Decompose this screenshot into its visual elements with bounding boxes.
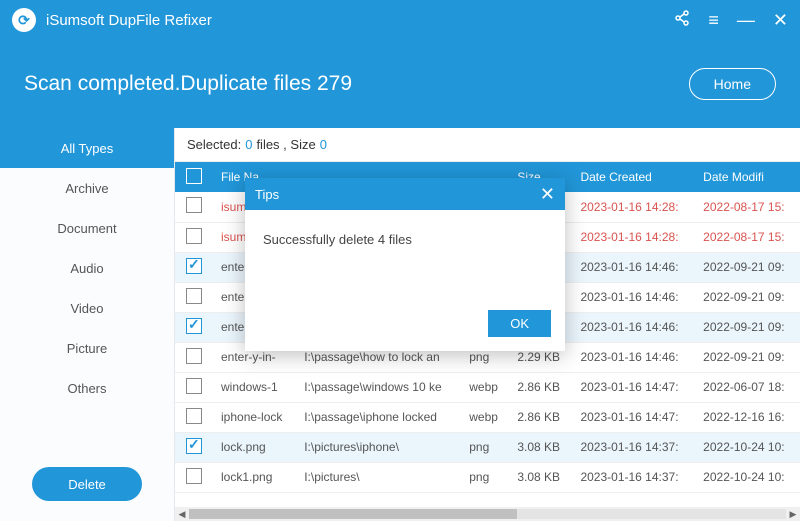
- cell: windows-1: [213, 372, 296, 402]
- row-checkbox[interactable]: [186, 318, 202, 334]
- row-checkbox[interactable]: [186, 348, 202, 364]
- files-label: files ,: [256, 137, 286, 152]
- sidebar-tab-video[interactable]: Video: [0, 288, 174, 328]
- row-checkbox[interactable]: [186, 228, 202, 244]
- table-row[interactable]: windows-1I:\passage\windows 10 kewebp2.8…: [175, 372, 800, 402]
- share-icon[interactable]: [674, 10, 690, 31]
- cell: 2023-01-16 14:46:: [572, 282, 695, 312]
- cell: 2023-01-16 14:37:: [572, 462, 695, 492]
- column-header[interactable]: Date Modifi: [695, 162, 800, 192]
- table-row[interactable]: lock1.pngI:\pictures\png3.08 KB2023-01-1…: [175, 462, 800, 492]
- selection-summary: Selected: 0 files , Size 0: [175, 128, 800, 162]
- row-checkbox[interactable]: [186, 197, 202, 213]
- tips-dialog: Tips ✕ Successfully delete 4 files OK: [245, 178, 565, 351]
- row-checkbox[interactable]: [186, 438, 202, 454]
- cell: 2023-01-16 14:46:: [572, 312, 695, 342]
- home-button[interactable]: Home: [689, 68, 776, 100]
- cell: I:\passage\iphone locked: [296, 402, 461, 432]
- dialog-ok-button[interactable]: OK: [488, 310, 551, 337]
- cell: 3.08 KB: [509, 432, 572, 462]
- cell: 2023-01-16 14:46:: [572, 342, 695, 372]
- minimize-icon[interactable]: —: [737, 10, 755, 31]
- sidebar-tab-archive[interactable]: Archive: [0, 168, 174, 208]
- scroll-track[interactable]: [189, 509, 786, 519]
- cell: webp: [461, 402, 509, 432]
- sidebar: All TypesArchiveDocumentAudioVideoPictur…: [0, 128, 175, 521]
- cell: 2022-09-21 09:: [695, 252, 800, 282]
- column-header[interactable]: [175, 162, 213, 192]
- scroll-thumb[interactable]: [189, 509, 517, 519]
- titlebar: ⟳ iSumsoft DupFile Refixer ≡ — ✕: [0, 0, 800, 40]
- cell: 2023-01-16 14:46:: [572, 252, 695, 282]
- dialog-message: Successfully delete 4 files: [245, 210, 565, 310]
- cell: I:\passage\windows 10 ke: [296, 372, 461, 402]
- horizontal-scrollbar[interactable]: ◀ ▶: [175, 507, 800, 521]
- close-icon[interactable]: ✕: [773, 10, 788, 31]
- column-header[interactable]: Date Created: [572, 162, 695, 192]
- cell: 2023-01-16 14:47:: [572, 402, 695, 432]
- cell: 3.08 KB: [509, 462, 572, 492]
- cell: lock1.png: [213, 462, 296, 492]
- row-checkbox[interactable]: [186, 258, 202, 274]
- cell: 2022-08-17 15:: [695, 192, 800, 222]
- cell: 2.86 KB: [509, 372, 572, 402]
- sidebar-tab-picture[interactable]: Picture: [0, 328, 174, 368]
- sidebar-tab-others[interactable]: Others: [0, 368, 174, 408]
- dialog-header: Tips ✕: [245, 178, 565, 210]
- cell: 2022-09-21 09:: [695, 342, 800, 372]
- scroll-left-icon[interactable]: ◀: [175, 509, 189, 520]
- sidebar-tab-audio[interactable]: Audio: [0, 248, 174, 288]
- sidebar-tab-document[interactable]: Document: [0, 208, 174, 248]
- dialog-close-icon[interactable]: ✕: [540, 184, 555, 205]
- cell: I:\pictures\: [296, 462, 461, 492]
- cell: 2023-01-16 14:37:: [572, 432, 695, 462]
- cell: 2022-09-21 09:: [695, 312, 800, 342]
- cell: png: [461, 462, 509, 492]
- cell: 2023-01-16 14:28:: [572, 192, 695, 222]
- app-title: iSumsoft DupFile Refixer: [46, 12, 674, 29]
- dialog-title: Tips: [255, 187, 540, 202]
- cell: lock.png: [213, 432, 296, 462]
- menu-icon[interactable]: ≡: [708, 10, 719, 31]
- delete-button[interactable]: Delete: [32, 467, 142, 501]
- app-logo-icon: ⟳: [12, 8, 36, 32]
- window-controls: ≡ — ✕: [674, 10, 788, 31]
- cell: 2022-08-17 15:: [695, 222, 800, 252]
- table-row[interactable]: iphone-lockI:\passage\iphone lockedwebp2…: [175, 402, 800, 432]
- cell: 2023-01-16 14:28:: [572, 222, 695, 252]
- cell: I:\pictures\iphone\: [296, 432, 461, 462]
- cell: 2022-06-07 18:: [695, 372, 800, 402]
- scroll-right-icon[interactable]: ▶: [786, 509, 800, 520]
- cell: 2.86 KB: [509, 402, 572, 432]
- cell: webp: [461, 372, 509, 402]
- row-checkbox[interactable]: [186, 468, 202, 484]
- selected-count: 0: [245, 137, 252, 152]
- sidebar-tab-all-types[interactable]: All Types: [0, 128, 174, 168]
- cell: png: [461, 432, 509, 462]
- row-checkbox[interactable]: [186, 408, 202, 424]
- table-row[interactable]: lock.pngI:\pictures\iphone\png3.08 KB202…: [175, 432, 800, 462]
- size-value: 0: [320, 137, 327, 152]
- row-checkbox[interactable]: [186, 288, 202, 304]
- cell: 2022-10-24 10:: [695, 462, 800, 492]
- cell: 2022-09-21 09:: [695, 282, 800, 312]
- scan-status: Scan completed.Duplicate files 279: [24, 72, 689, 96]
- cell: 2022-10-24 10:: [695, 432, 800, 462]
- select-all-checkbox[interactable]: [186, 168, 202, 184]
- row-checkbox[interactable]: [186, 378, 202, 394]
- cell: 2022-12-16 16:: [695, 402, 800, 432]
- cell: iphone-lock: [213, 402, 296, 432]
- size-label: Size: [290, 137, 315, 152]
- cell: 2023-01-16 14:47:: [572, 372, 695, 402]
- header: Scan completed.Duplicate files 279 Home: [0, 40, 800, 128]
- selected-label: Selected:: [187, 137, 241, 152]
